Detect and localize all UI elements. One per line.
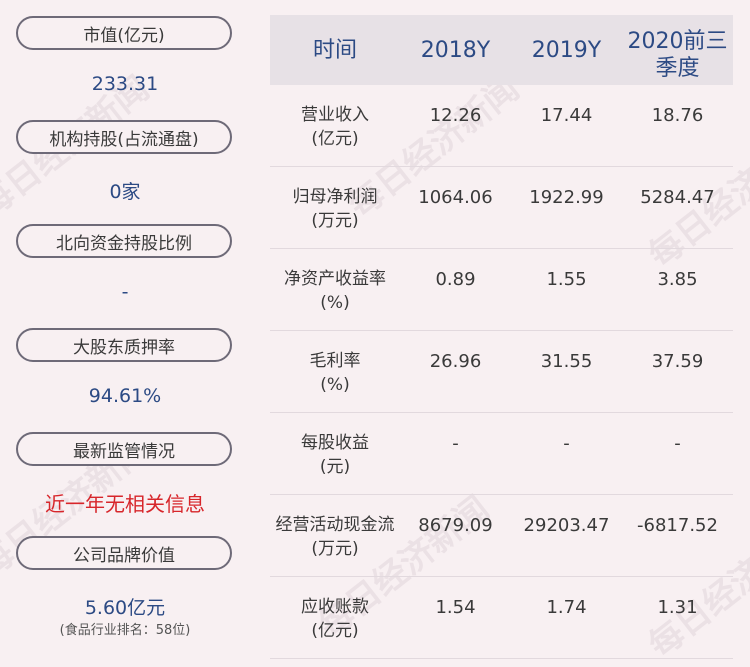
institutional-holding-value: 0家	[109, 181, 141, 203]
brand-value-value: 5.60亿元	[84, 597, 166, 619]
northbound-ratio-value: -	[121, 281, 129, 303]
row-label: 经营活动现金流 (万元)	[275, 515, 395, 559]
cell-value: 1.54	[435, 597, 476, 618]
cell-value: 12.26	[429, 105, 482, 126]
cell-value: -	[674, 433, 681, 454]
row-label: 净资产收益率 (%)	[284, 269, 386, 313]
market-cap-label: 市值(亿元)	[16, 16, 232, 50]
header-2018: 2018Y	[420, 37, 491, 63]
cell-value: 1922.99	[529, 187, 604, 208]
cell-value: 26.96	[429, 351, 482, 372]
row-label: 营业收入 (亿元)	[301, 105, 369, 149]
brand-rank-note: (食品行业排名：58位)	[59, 623, 191, 638]
cell-value: -	[452, 433, 459, 454]
table-row: 每股收益 (元) - - -	[270, 413, 733, 495]
stock-summary-panel: 市值(亿元) 233.31 机构持股(占流通盘) 0家 北向资金持股比例 - 大…	[0, 0, 250, 667]
cell-value: 29203.47	[523, 515, 610, 536]
cell-value: 0.89	[435, 269, 476, 290]
cell-value: 37.59	[651, 351, 704, 372]
row-label: 归母净利润 (万元)	[292, 187, 378, 231]
table-row: 毛利率 (%) 26.96 31.55 37.59	[270, 331, 733, 413]
table-header: 时间 2018Y 2019Y 2020前三 季度	[270, 15, 733, 85]
table-row: 营业收入 (亿元) 12.26 17.44 18.76	[270, 85, 733, 167]
row-label: 毛利率 (%)	[309, 351, 361, 395]
header-2020q3: 2020前三 季度	[627, 29, 728, 81]
table-row: 归母净利润 (万元) 1064.06 1922.99 5284.47	[270, 167, 733, 249]
cell-value: 31.55	[540, 351, 593, 372]
cell-value: 1.31	[657, 597, 698, 618]
row-label: 应收账款 (亿元)	[301, 597, 369, 641]
cell-value: 17.44	[540, 105, 593, 126]
financial-table: 时间 2018Y 2019Y 2020前三 季度 营业收入 (亿元) 12.26…	[270, 15, 733, 659]
pledge-rate-label: 大股东质押率	[16, 328, 232, 362]
cell-value: 5284.47	[640, 187, 715, 208]
cell-value: 1.55	[546, 269, 587, 290]
row-label: 每股收益 (元)	[301, 433, 369, 477]
table-row: 应收账款 (亿元) 1.54 1.74 1.31	[270, 577, 733, 659]
cell-value: 1.74	[546, 597, 587, 618]
pledge-rate-value: 94.61%	[88, 385, 162, 407]
cell-value: 18.76	[651, 105, 704, 126]
cell-value: 8679.09	[418, 515, 493, 536]
market-cap-value: 233.31	[91, 73, 159, 95]
cell-value: 1064.06	[418, 187, 493, 208]
northbound-ratio-label: 北向资金持股比例	[16, 224, 232, 258]
cell-value: -	[563, 433, 570, 454]
cell-value: 3.85	[657, 269, 698, 290]
header-2019: 2019Y	[531, 37, 602, 63]
table-row: 净资产收益率 (%) 0.89 1.55 3.85	[270, 249, 733, 331]
regulatory-status-label: 最新监管情况	[16, 432, 232, 466]
table-row: 经营活动现金流 (万元) 8679.09 29203.47 -6817.52	[270, 495, 733, 577]
header-time: 时间	[312, 37, 357, 63]
regulatory-status-value: 近一年无相关信息	[45, 492, 205, 516]
cell-value: -6817.52	[637, 515, 718, 536]
institutional-holding-label: 机构持股(占流通盘)	[16, 120, 232, 154]
brand-value-label: 公司品牌价值	[16, 536, 232, 570]
